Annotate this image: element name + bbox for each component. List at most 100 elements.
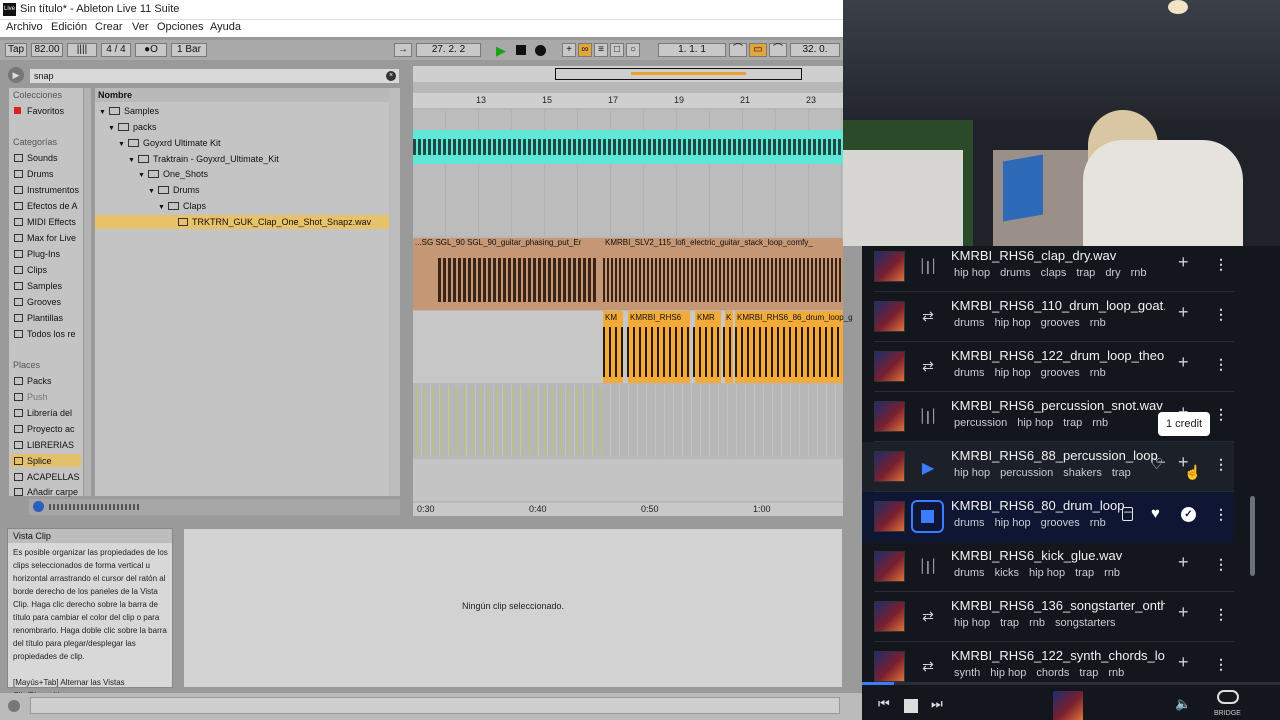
add-icon[interactable]: + [1178,252,1189,273]
track-4-midi[interactable] [413,385,843,457]
sample-name[interactable]: KMRBI_RHS6_percussion_snot.wav [951,398,1165,413]
tree-item-traktrain[interactable]: ▼ Traktrain - Goyxrd_Ultimate_Kit [128,154,279,164]
tree-item-packs[interactable]: ▼ packs [108,122,157,132]
stop-icon[interactable] [516,45,526,55]
sample-name[interactable]: KMRBI_RHS6_110_drum_loop_goat.wav [951,298,1165,313]
sample-row-hovered[interactable]: ▶ KMRBI_RHS6_88_percussion_loop_ hip hop pe… [862,442,1234,492]
sidebar-item-clips[interactable]: Clips [14,265,47,275]
more-icon[interactable]: ⋮ [1214,606,1228,623]
record-icon[interactable] [535,45,546,56]
more-icon[interactable]: ⋮ [1214,356,1228,373]
tree-item-samples[interactable]: ▼ Samples [99,106,159,116]
sample-row[interactable]: ⏐|⏐ KMRBI_RHS6_kick_glue.wav drums kicks hip… [862,542,1234,592]
overview-bar[interactable] [413,66,843,82]
circle-icon[interactable]: ○ [626,43,640,57]
add-icon[interactable]: + [562,43,576,57]
sample-name[interactable]: KMRBI_RHS6_clap_dry.wav [951,248,1165,263]
info-toggle-icon[interactable] [8,700,20,712]
loop-length-field[interactable]: 32. 0. [790,43,840,57]
metronome-button[interactable]: ●O [135,43,167,57]
sidebar-item-midi-effects[interactable]: MIDI Effects [14,217,76,227]
more-icon[interactable]: ⋮ [1214,656,1228,673]
menu-archivo[interactable]: Archivo [6,21,43,33]
loop-link-icon[interactable]: ∞ [578,43,592,57]
more-icon[interactable]: ⋮ [1214,506,1228,523]
master-track[interactable] [413,459,843,501]
more-icon[interactable]: ⋮ [1214,406,1228,423]
tree-item-claps[interactable]: ▼ Claps [158,201,206,211]
file-icon[interactable] [1122,507,1133,521]
heart-outline-icon[interactable]: ♡ [1150,455,1163,473]
volume-icon[interactable]: 🔈 [1175,696,1191,712]
preview-icon[interactable] [33,501,44,512]
audio-clip-2b[interactable]: KMRBI_SLV2_115_lofi_electric_guitar_stac… [603,238,843,310]
audio-clip-2a[interactable]: ...SG SGL_90 SGL_90_guitar_phasing_put_E… [413,238,603,310]
splice-scrollbar[interactable] [1250,496,1255,576]
sample-name[interactable]: KMRBI_RHS6_122_drum_loop_theorigina [951,348,1165,363]
follow-icon[interactable]: → [394,43,412,57]
heart-filled-icon[interactable]: ♥ [1151,505,1160,522]
sidebar-item-samples[interactable]: Samples [14,281,62,291]
sample-name[interactable]: KMRBI_RHS6_136_songstarter_onthewa [951,598,1165,613]
bridge-icon[interactable] [1217,690,1239,704]
sidebar-scrollbar[interactable] [84,88,91,496]
time-ruler[interactable]: 0:30 0:40 0:50 1:00 [413,503,843,516]
name-column-header[interactable]: Nombre [98,90,132,100]
signature-field[interactable]: 4 / 4 [101,43,131,57]
more-icon[interactable]: ⋮ [1214,556,1228,573]
playback-progress[interactable] [862,682,1280,685]
clear-search-icon[interactable]: × [386,71,396,81]
next-icon[interactable]: ⏭ [931,696,943,712]
add-icon[interactable]: + [1178,302,1189,323]
capture-icon[interactable]: ≡ [594,43,608,57]
sidebar-item-grooves[interactable]: Grooves [14,297,61,307]
browser-search-input[interactable]: snap × [29,68,400,84]
tempo-field[interactable]: 82.00 [31,43,63,57]
sample-row[interactable]: ⏐|⏐ KMRBI_RHS6_clap_dry.wav hip hop drums cl… [862,242,1234,292]
nudge-button[interactable]: |||| [67,43,97,57]
menu-crear[interactable]: Crear [95,21,123,33]
sidebar-item-acapellas[interactable]: ACAPELLAS [14,472,80,482]
sidebar-item-drums[interactable]: Drums [14,169,54,179]
sidebar-item-all-results[interactable]: Todos los re [14,329,76,339]
tree-item-one-shots[interactable]: ▼ One_Shots [138,169,208,179]
tree-item-drums[interactable]: ▼ Drums [148,185,200,195]
play-icon[interactable]: ▶ [496,43,506,59]
audio-clip-1[interactable] [413,130,843,164]
session-record-icon[interactable]: □ [610,43,624,57]
loop-switch-icon[interactable]: ▭ [749,43,767,57]
sidebar-item-packs[interactable]: Packs [14,376,52,386]
sample-name[interactable]: KMRBI_RHS6_kick_glue.wav [951,548,1165,563]
sidebar-item-library[interactable]: Librería del [14,408,72,418]
sidebar-item-plug-ins[interactable]: Plug-Ins [14,249,60,259]
previous-icon[interactable]: ⏮ [878,696,890,712]
tree-scrollbar[interactable] [389,88,400,496]
sample-row[interactable]: ⇄ KMRBI_RHS6_110_drum_loop_goat.wavdrumsh… [862,292,1234,342]
sidebar-item-project[interactable]: Proyecto ac [14,424,75,434]
add-icon[interactable]: + [1178,602,1189,623]
sidebar-item-instruments[interactable]: Instrumentos [14,185,79,195]
sidebar-item-librerias[interactable]: LIBRERIAS [14,440,74,450]
sidebar-item-favoritos[interactable]: Favoritos [14,106,64,116]
tree-item-clap-file[interactable]: TRKTRN_GUK_Clap_One_Shot_Snapz.wav [95,215,400,229]
sidebar-item-effects[interactable]: Efectos de A [14,201,78,211]
sidebar-item-max-for-live[interactable]: Max for Live [14,233,76,243]
more-icon[interactable]: ⋮ [1214,306,1228,323]
position-field[interactable]: 27. 2. 2 [416,43,481,57]
play-icon[interactable]: ▶ [918,458,938,477]
sidebar-item-plantillas[interactable]: Plantillas [14,313,63,323]
menu-ver[interactable]: Ver [132,21,149,33]
tap-button[interactable]: Tap [5,43,27,57]
stop-icon[interactable] [904,699,918,713]
track-1[interactable] [413,110,843,236]
sidebar-item-sounds[interactable]: Sounds [14,153,58,163]
browser-toggle-icon[interactable]: ▶ [8,67,24,83]
tree-item-goyxrd-kit[interactable]: ▼ Goyxrd Ultimate Kit [118,138,221,148]
sidebar-item-splice[interactable]: Splice [11,454,81,467]
sample-row[interactable]: ⇄ KMRBI_RHS6_136_songstarter_onthewahip h… [862,592,1234,642]
add-icon[interactable]: + [1178,552,1189,573]
add-icon[interactable]: + [1178,352,1189,373]
menu-opciones[interactable]: Opciones [157,21,203,33]
sample-row-playing[interactable]: KMRBI_RHS6_80_drum_loop_ drums hip hop groo… [862,492,1234,542]
beat-ruler[interactable]: 13 15 17 19 21 23 [413,93,843,108]
